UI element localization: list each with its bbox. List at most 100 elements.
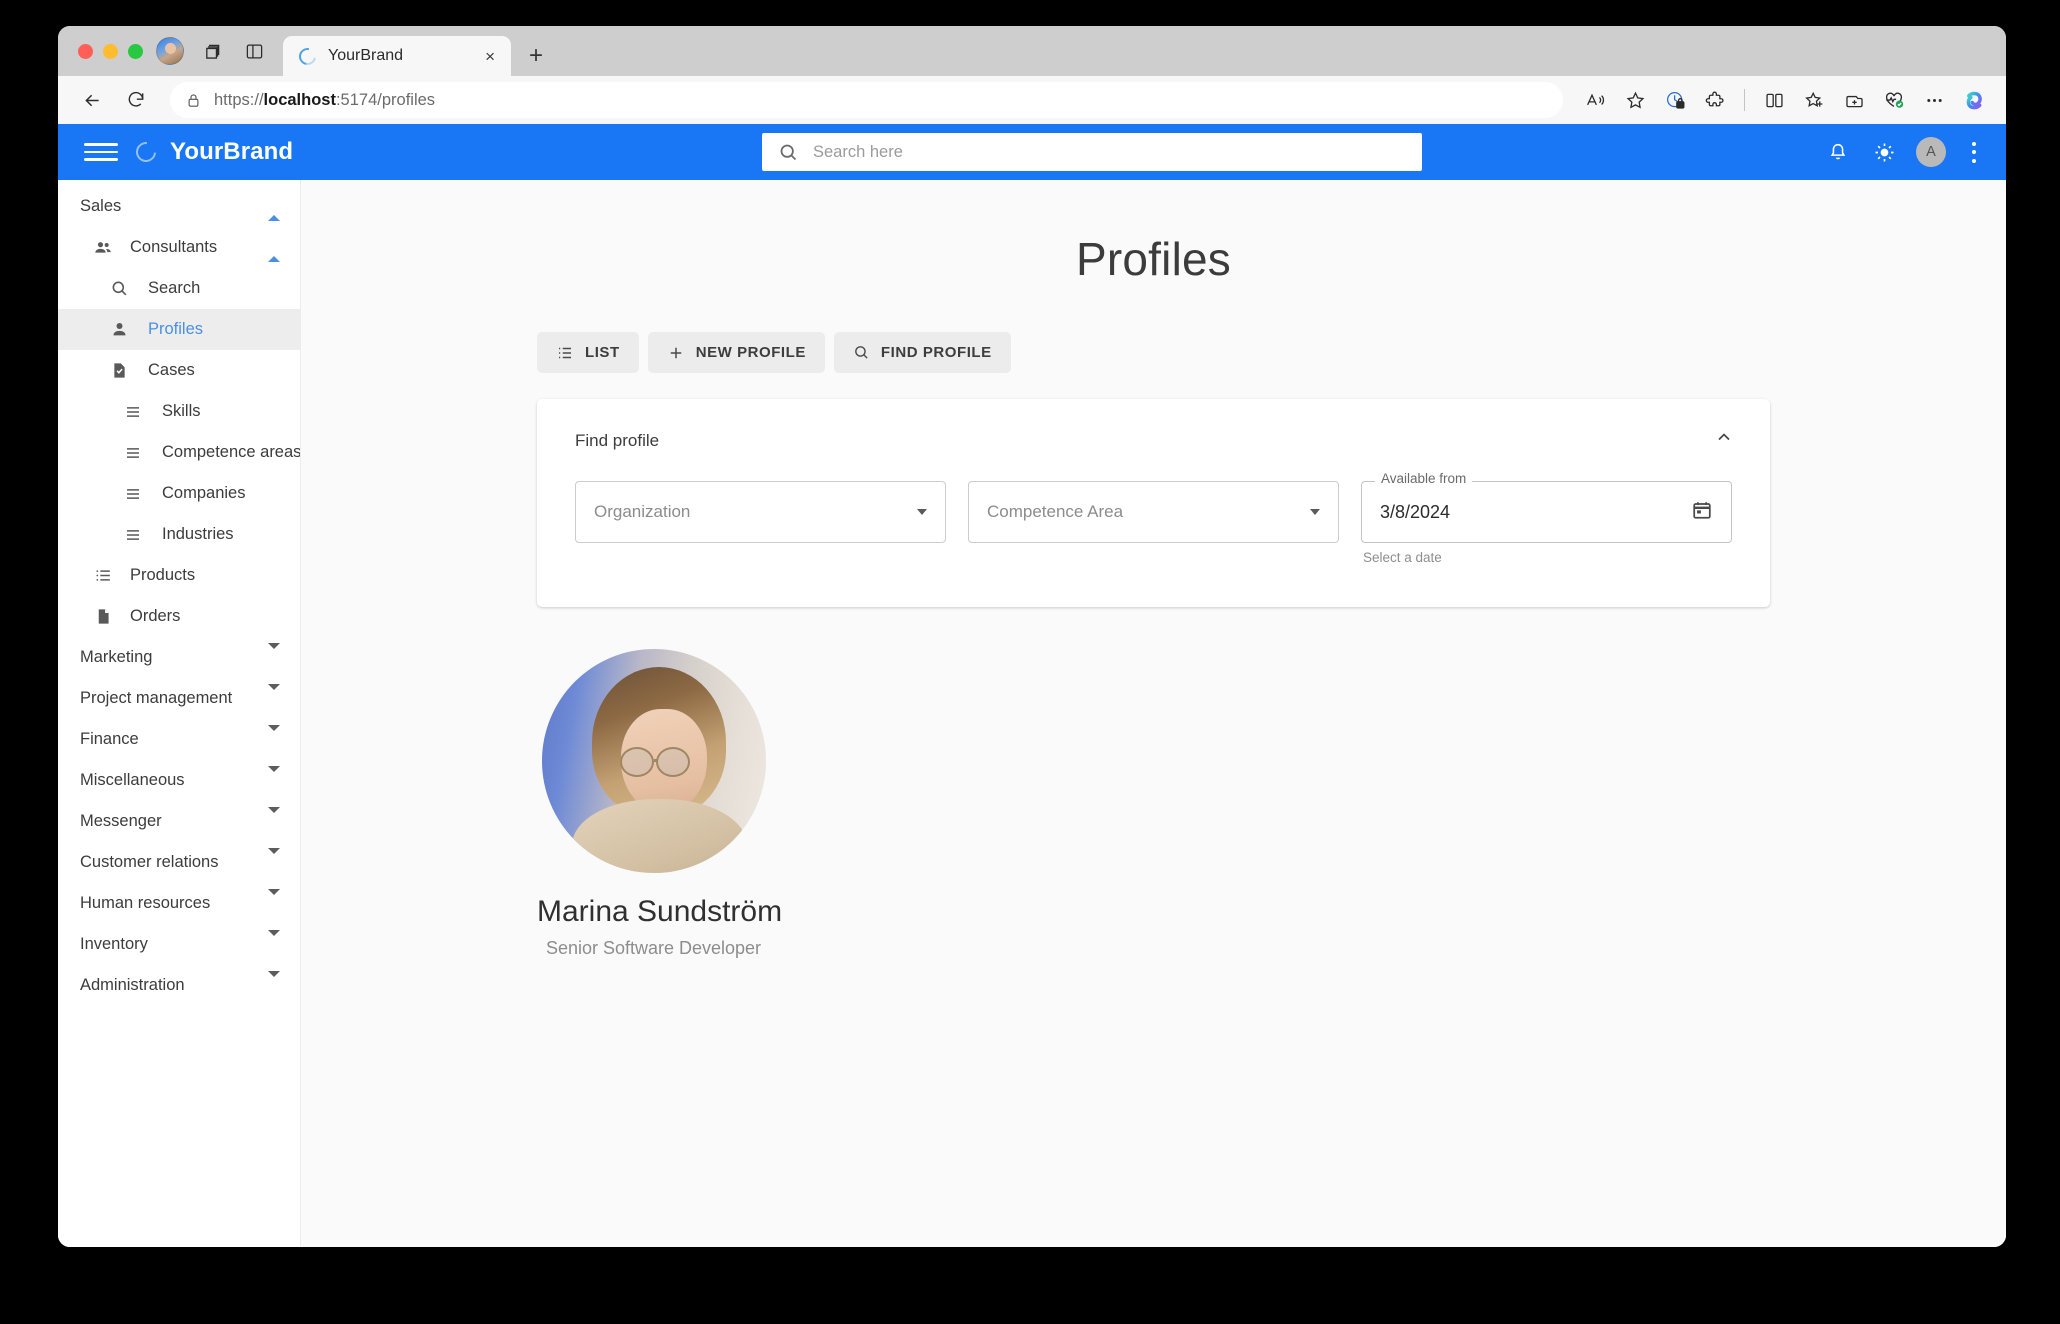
browser-profile-button[interactable] [149, 26, 191, 76]
search-icon [106, 279, 132, 298]
sidebar-item-companies[interactable]: Companies [58, 473, 300, 514]
list-icon [120, 526, 146, 544]
find-profile-button-label: FIND PROFILE [880, 344, 992, 361]
global-search-box[interactable] [762, 133, 1422, 171]
url-bar[interactable]: https://localhost:5174/profiles [170, 82, 1563, 118]
read-aloud-button[interactable] [1577, 82, 1613, 118]
sidebar-item-products[interactable]: Products [58, 555, 300, 596]
sidebar-item-finance[interactable]: Finance [58, 719, 300, 760]
sidebar-item-label: Cases [148, 361, 195, 379]
browser-window: YourBrand × + https://localhost:5174/pro… [58, 26, 2006, 1247]
sidebar-item-orders[interactable]: Orders [58, 596, 300, 637]
new-profile-button[interactable]: NEW PROFILE [647, 332, 825, 373]
split-screen-button[interactable] [1756, 82, 1792, 118]
sidebar-item-cases[interactable]: Cases [58, 350, 300, 391]
hamburger-menu-icon[interactable] [84, 143, 118, 161]
list-icon [120, 444, 146, 462]
more-vertical-icon[interactable] [1964, 140, 1984, 165]
sidebar-item-human-resources[interactable]: Human resources [58, 883, 300, 924]
sidebar-item-marketing[interactable]: Marketing [58, 637, 300, 678]
copilot-icon [1966, 91, 1982, 109]
chevron-down-icon[interactable] [268, 929, 280, 954]
sidebar-item-miscellaneous[interactable]: Miscellaneous [58, 760, 300, 801]
sidebar-item-customer-relations[interactable]: Customer relations [58, 842, 300, 883]
workspaces-button[interactable] [191, 26, 233, 76]
theme-toggle-button[interactable] [1870, 138, 1898, 166]
find-profile-button[interactable]: FIND PROFILE [833, 332, 1011, 373]
app-body: Sales Consultants Search Profiles Cases Skill… [58, 180, 2006, 1247]
chevron-down-icon[interactable] [268, 724, 280, 749]
calendar-icon [1693, 501, 1711, 519]
chevron-down-icon[interactable] [268, 806, 280, 831]
back-button[interactable] [72, 80, 112, 120]
maximize-window-button[interactable] [128, 43, 143, 59]
sidebar-item-competence-areas[interactable]: Competence areas [58, 432, 300, 473]
copilot-button[interactable] [1956, 82, 1992, 118]
app-brand-title: YourBrand [170, 138, 294, 165]
profile-name: Marina Sundström [537, 895, 783, 928]
chevron-up-icon[interactable] [268, 197, 280, 221]
sidebar-item-search[interactable]: Search [58, 268, 300, 309]
user-avatar[interactable]: A [1916, 137, 1946, 167]
list-bullet-icon [90, 566, 116, 585]
available-from-label: Available from [1375, 472, 1473, 486]
sidebar-item-inventory[interactable]: Inventory [58, 924, 300, 965]
browser-tab-strip: YourBrand × + [58, 26, 2006, 76]
tab-title: YourBrand [328, 47, 404, 64]
list-button[interactable]: LIST [537, 332, 639, 373]
tracking-prevention-button[interactable] [1657, 82, 1693, 118]
chevron-down-icon[interactable] [268, 683, 280, 708]
chevron-up-icon[interactable] [268, 238, 280, 262]
new-profile-button-label: NEW PROFILE [695, 344, 806, 361]
available-from-value[interactable]: 3/8/2024 [1380, 502, 1691, 523]
browser-tab[interactable]: YourBrand × [283, 36, 511, 76]
sidebar-item-messenger[interactable]: Messenger [58, 801, 300, 842]
extensions-button[interactable] [1697, 82, 1733, 118]
calendar-picker-button[interactable] [1691, 499, 1713, 526]
sidebar-item-skills[interactable]: Skills [58, 391, 300, 432]
chevron-down-icon[interactable] [268, 765, 280, 790]
available-from-field[interactable]: Available from 3/8/2024 Select a date [1361, 472, 1732, 565]
chevron-down-icon[interactable] [268, 642, 280, 667]
sidebar-item-project-management[interactable]: Project management [58, 678, 300, 719]
chevron-down-icon[interactable] [268, 970, 280, 995]
sidebar-item-sales[interactable]: Sales [58, 186, 300, 227]
main-content: Profiles LIST NEW PROFILE FIND PROFILE F… [301, 180, 2006, 1247]
close-window-button[interactable] [78, 43, 93, 59]
profile-result-card[interactable]: Marina Sundström Senior Software Develop… [537, 649, 783, 959]
action-toolbar: LIST NEW PROFILE FIND PROFILE [537, 332, 1770, 373]
sidebar-navigation: Sales Consultants Search Profiles Cases Skill… [58, 180, 301, 1247]
organization-field[interactable]: Organization [575, 481, 946, 565]
tab-actions-button[interactable] [233, 26, 275, 76]
settings-more-button[interactable] [1916, 82, 1952, 118]
find-profile-card: Find profile Organization Competence Are… [537, 399, 1770, 607]
list-button-label: LIST [585, 344, 620, 361]
people-icon [90, 238, 116, 258]
organization-placeholder: Organization [594, 502, 691, 521]
collapse-card-button[interactable] [1714, 427, 1734, 452]
collections-button[interactable] [1836, 82, 1872, 118]
close-tab-button[interactable]: × [479, 44, 501, 69]
chevron-down-icon [1310, 509, 1320, 515]
chevron-down-icon[interactable] [268, 888, 280, 913]
chevron-down-icon[interactable] [268, 847, 280, 872]
competence-area-field[interactable]: Competence Area [968, 481, 1339, 565]
sidebar-item-label: Miscellaneous [80, 771, 185, 789]
sidebar-item-consultants[interactable]: Consultants [58, 227, 300, 268]
sun-light-mode-icon [1874, 142, 1894, 162]
new-tab-button[interactable]: + [517, 37, 555, 75]
read-aloud-icon [1586, 93, 1604, 105]
favorites-bar-button[interactable] [1796, 82, 1832, 118]
sidebar-item-profiles[interactable]: Profiles [58, 309, 300, 350]
reload-button[interactable] [116, 80, 156, 120]
minimize-window-button[interactable] [103, 43, 118, 59]
app-header-bar: YourBrand A [58, 124, 2006, 180]
sidebar-item-administration[interactable]: Administration [58, 965, 300, 1006]
notifications-button[interactable] [1824, 138, 1852, 166]
browser-essentials-button[interactable] [1876, 82, 1912, 118]
sidebar-item-label: Profiles [148, 320, 204, 338]
search-input[interactable] [813, 142, 1406, 162]
sidebar-item-label: Competence areas [162, 443, 301, 461]
add-favorite-button[interactable] [1617, 82, 1653, 118]
sidebar-item-industries[interactable]: Industries [58, 514, 300, 555]
